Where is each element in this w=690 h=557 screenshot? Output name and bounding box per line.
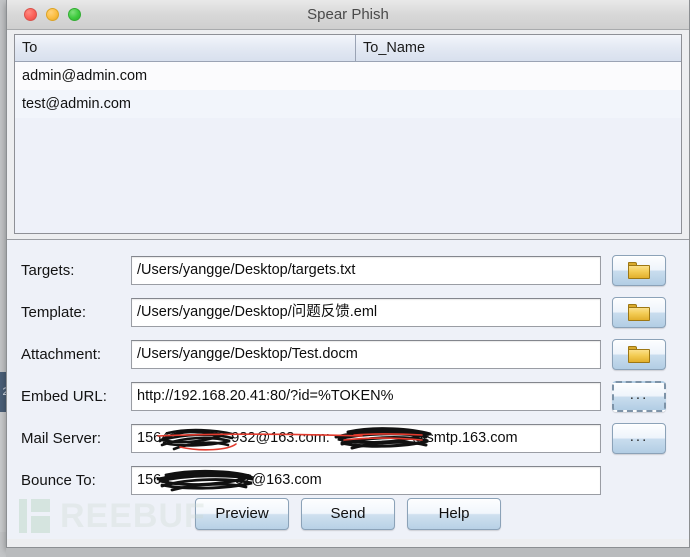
bounce-to-value-left: 1564 [137,471,170,488]
mail-server-value-mid: 932@163.com: [231,429,330,446]
send-button[interactable]: Send [301,498,395,530]
mail-server-input[interactable]: 1564 932@163.com: @smtp.163.com [131,423,601,453]
mail-server-value-right: @smtp.163.com [411,429,518,446]
cell-to: test@admin.com [22,96,132,112]
label-template: Template: [21,303,87,321]
table-header-row: To To_Name [15,35,681,62]
label-mail-server: Mail Server: [21,429,102,447]
form-row-targets: Targets: /Users/yangge/Desktop/targets.t… [7,249,689,291]
targets-table[interactable]: To To_Name admin@admin.com test@admin.co… [14,34,682,234]
column-header-to-name[interactable]: To_Name [356,35,681,61]
form-row-bounce-to: Bounce To: 1564 32@163.com [7,459,689,501]
template-input[interactable]: /Users/yangge/Desktop/问题反馈.eml [131,297,601,327]
folder-icon [628,345,650,363]
redaction-scribble [157,426,432,451]
label-targets: Targets: [21,261,75,279]
ellipsis-icon: ... [629,427,649,445]
table-empty-area[interactable] [15,118,681,206]
mail-server-options-button[interactable]: ... [612,422,666,454]
label-bounce-to: Bounce To: [21,471,96,489]
window-titlebar[interactable]: Spear Phish [7,0,689,30]
attachment-browse-button[interactable] [612,338,666,370]
label-attachment: Attachment: [21,345,102,363]
window-title: Spear Phish [307,6,389,23]
cell-to-name [356,62,681,90]
spear-phish-window: Spear Phish To To_Name admin@admin.com t… [6,0,690,548]
template-browse-button[interactable] [612,296,666,328]
redaction-scribble [156,469,256,491]
table-row[interactable]: admin@admin.com [15,62,681,90]
embed-url-input[interactable]: http://192.168.20.41:80/?id=%TOKEN% [131,381,601,411]
form-row-template: Template: /Users/yangge/Desktop/问题反馈.eml [7,291,689,333]
cell-to: admin@admin.com [22,68,148,84]
form-panel: Targets: /Users/yangge/Desktop/targets.t… [7,239,689,539]
form-row-attachment: Attachment: /Users/yangge/Desktop/Test.d… [7,333,689,375]
cell-to-name [356,90,681,118]
form-row-mail-server: Mail Server: 1564 932@163.com: @smtp.163.c… [7,417,689,459]
preview-button[interactable]: Preview [195,498,289,530]
attachment-input[interactable]: /Users/yangge/Desktop/Test.docm [131,339,601,369]
action-button-bar: Preview Send Help [7,498,689,530]
targets-input[interactable]: /Users/yangge/Desktop/targets.txt [131,255,601,285]
window-bottom-edge [6,548,690,557]
bounce-to-value-right: 32@163.com [235,471,322,488]
embed-url-options-button[interactable]: ... [612,380,666,412]
folder-icon [628,303,650,321]
ellipsis-icon: ... [629,385,649,403]
table-row[interactable]: test@admin.com [15,90,681,118]
bounce-to-input[interactable]: 1564 32@163.com [131,465,601,495]
folder-icon [628,261,650,279]
mail-server-value-left: 1564 [137,429,170,446]
form-row-embed-url: Embed URL: http://192.168.20.41:80/?id=%… [7,375,689,417]
help-button[interactable]: Help [407,498,501,530]
label-embed-url: Embed URL: [21,387,107,405]
column-header-to[interactable]: To [15,35,356,61]
targets-browse-button[interactable] [612,254,666,286]
